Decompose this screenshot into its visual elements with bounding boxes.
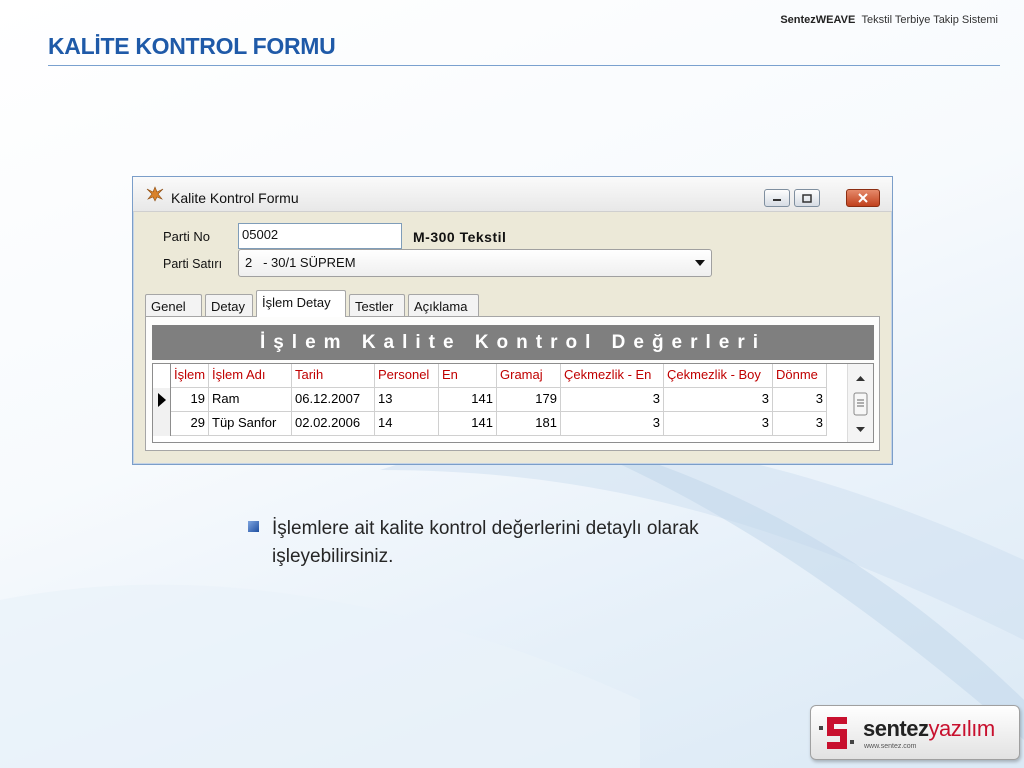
slide-title: KALİTE KONTROL FORMU [48, 33, 336, 59]
islem-grid: İşlem İşlem Adı Tarih Personel En Gramaj… [152, 363, 874, 443]
section-banner: İşlem Kalite Kontrol Değerleri [152, 325, 874, 360]
tab-detay[interactable]: Detay [205, 294, 253, 316]
column-header[interactable]: İşlem Adı [209, 364, 292, 388]
maximize-button[interactable] [794, 189, 820, 207]
parti-satiri-select[interactable]: 2 - 30/1 SÜPREM [238, 249, 712, 277]
tab-islem-detay[interactable]: İşlem Detay [256, 290, 346, 317]
table-cell[interactable]: 13 [375, 388, 439, 412]
column-header[interactable]: En [439, 364, 497, 388]
table-cell[interactable]: 181 [497, 412, 561, 436]
brand-name: SentezWEAVE [780, 14, 856, 26]
column-header[interactable]: Dönme [773, 364, 827, 388]
table-cell[interactable]: 14 [375, 412, 439, 436]
scroll-up-icon[interactable] [848, 368, 873, 388]
row-pointer-icon [158, 393, 166, 407]
sentez-logo: sentezyazılım www.sentez.com [810, 705, 1020, 760]
table-cell[interactable]: 3 [561, 412, 664, 436]
minimize-button[interactable] [764, 189, 790, 207]
table-cell[interactable]: 19 [171, 388, 209, 412]
islem-detay-panel: İşlem Kalite Kontrol Değerleri İşlem İşl… [145, 316, 880, 451]
bullet-icon [248, 521, 259, 532]
brand-header: SentezWEAVE Tekstil Terbiye Takip Sistem… [780, 14, 998, 26]
company-name: M-300 Tekstil [413, 229, 507, 245]
window-titlebar[interactable]: Kalite Kontrol Formu [133, 177, 892, 212]
logo-wordmark: sentezyazılım [863, 716, 995, 742]
table-cell[interactable]: 3 [664, 412, 773, 436]
app-icon [146, 186, 164, 202]
column-header[interactable]: Çekmezlik - Boy [664, 364, 773, 388]
table-cell[interactable]: Ram [209, 388, 292, 412]
column-header[interactable]: İşlem [171, 364, 209, 388]
table-cell[interactable]: 29 [171, 412, 209, 436]
brand-tagline: Tekstil Terbiye Takip Sistemi [861, 14, 998, 26]
row-indicator[interactable] [153, 388, 171, 412]
table-cell[interactable]: 06.12.2007 [292, 388, 375, 412]
tab-genel[interactable]: Genel [145, 294, 202, 316]
table-cell[interactable]: 179 [497, 388, 561, 412]
window-title: Kalite Kontrol Formu [171, 190, 299, 206]
table-cell[interactable]: 3 [773, 388, 827, 412]
table-cell[interactable]: 141 [439, 388, 497, 412]
close-button[interactable] [846, 189, 880, 207]
tab-testler[interactable]: Testler [349, 294, 405, 316]
table-cell[interactable]: Tüp Sanfor [209, 412, 292, 436]
table-cell[interactable]: 3 [561, 388, 664, 412]
logo-url: www.sentez.com [864, 743, 917, 750]
maximize-icon [802, 193, 812, 203]
column-header[interactable]: Gramaj [497, 364, 561, 388]
kalite-kontrol-window: Kalite Kontrol Formu Parti No 05002 M-30… [132, 176, 893, 465]
table-cell[interactable]: 3 [664, 388, 773, 412]
scroll-thumb-icon[interactable] [848, 392, 873, 416]
column-header[interactable]: Çekmezlik - En [561, 364, 664, 388]
tab-aciklama[interactable]: Açıklama [408, 294, 479, 316]
parti-satiri-label: Parti Satırı [163, 257, 223, 271]
table-cell[interactable]: 02.02.2006 [292, 412, 375, 436]
bullet-text: İşlemlere ait kalite kontrol değerlerini… [272, 518, 699, 567]
column-header[interactable]: Personel [375, 364, 439, 388]
dropdown-arrow-icon [695, 260, 705, 266]
table-cell[interactable]: 3 [773, 412, 827, 436]
column-header[interactable]: Tarih [292, 364, 375, 388]
parti-satiri-value: 2 - 30/1 SÜPREM [245, 255, 356, 270]
parti-no-label: Parti No [163, 229, 210, 244]
logo-mark-icon [819, 717, 854, 749]
title-divider [48, 65, 1000, 66]
minimize-icon [773, 199, 781, 201]
close-icon [858, 193, 868, 203]
logo-part2: yazılım [928, 716, 995, 741]
grid-scrollbar[interactable] [847, 364, 873, 442]
grid-corner [153, 364, 171, 388]
logo-part1: sentez [863, 716, 929, 741]
parti-no-input[interactable]: 05002 [238, 223, 402, 249]
row-indicator[interactable] [153, 412, 171, 436]
scroll-down-icon[interactable] [848, 420, 873, 440]
table-cell[interactable]: 141 [439, 412, 497, 436]
